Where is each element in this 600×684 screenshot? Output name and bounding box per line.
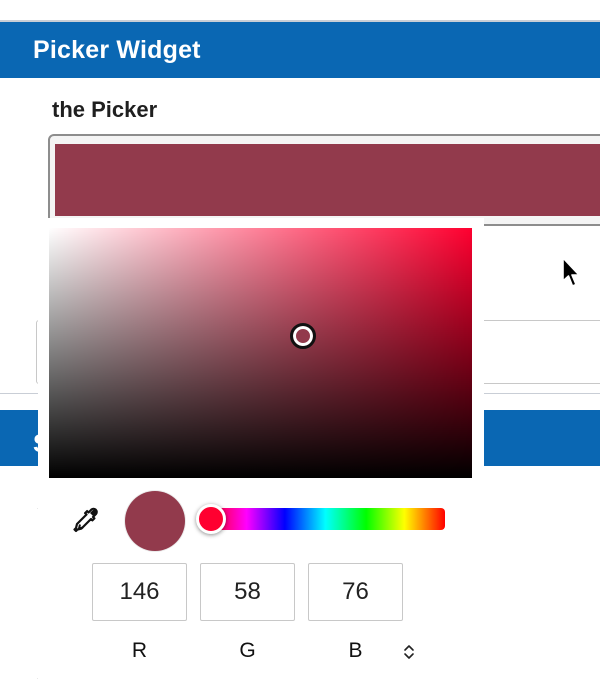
color-picker-field[interactable] <box>48 134 600 226</box>
selected-color-swatch[interactable] <box>55 144 600 216</box>
color-preview-circle <box>125 491 185 551</box>
eyedropper-button[interactable] <box>68 503 104 539</box>
blue-channel-label: B <box>348 639 363 662</box>
chevron-updown-icon <box>404 645 414 659</box>
page: Picker Widget the Picker S s s <box>0 0 600 684</box>
color-picker-popup: R G B <box>38 218 484 684</box>
red-value-input[interactable] <box>92 563 187 621</box>
red-channel-label: R <box>131 639 148 662</box>
saturation-brightness-area[interactable] <box>49 228 472 478</box>
eyedropper-icon <box>73 507 98 533</box>
green-channel-label: G <box>239 639 256 662</box>
hue-slider-thumb[interactable] <box>195 504 226 534</box>
section-header-picker-widget: Picker Widget <box>0 22 600 78</box>
green-value-input[interactable] <box>200 563 295 621</box>
saturation-brightness-handle[interactable] <box>289 322 316 349</box>
field-label: the Picker <box>52 97 158 122</box>
hue-slider[interactable] <box>195 504 445 534</box>
mouse-pointer-icon <box>562 257 580 287</box>
blue-value-input[interactable] <box>308 563 403 621</box>
color-mode-toggle-button[interactable] <box>400 642 418 662</box>
section-title: Picker Widget <box>33 36 201 64</box>
